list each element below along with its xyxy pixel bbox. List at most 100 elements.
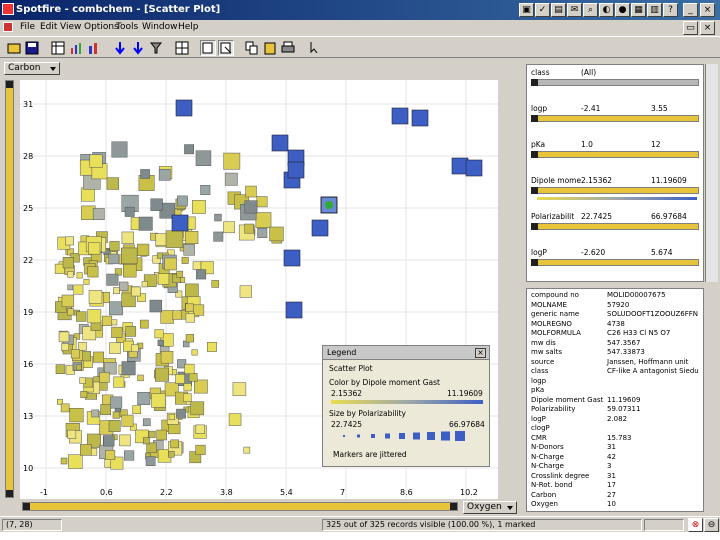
toolbar-icon-4[interactable]: ✉ [567, 3, 582, 17]
x-tick-label: 5.4 [280, 488, 293, 497]
slider-handle[interactable] [531, 259, 538, 266]
toolbar-icon-6[interactable]: ◐ [599, 3, 614, 17]
query-device[interactable]: logP -2.620 5.674 [527, 245, 703, 281]
menu-options[interactable]: Options [84, 22, 119, 32]
close-button[interactable]: × [700, 3, 715, 17]
globe-icon[interactable]: ● [615, 3, 630, 17]
toolbar-icon-8[interactable]: ▦ [631, 3, 646, 17]
legend-window[interactable]: Legend × Scatter Plot Color by Dipole mo… [322, 345, 490, 467]
query-device[interactable]: Polarizabilit 22.7425 66.97684 [527, 209, 703, 245]
query-range-slider[interactable] [531, 151, 699, 158]
x-axis-selector[interactable]: Oxygen [463, 501, 517, 514]
arrow-down-icon[interactable] [112, 40, 128, 56]
data-point-high [283, 249, 301, 267]
query-range-slider[interactable] [531, 223, 699, 230]
detail-key: N-Donors [531, 443, 564, 451]
data-point [112, 411, 120, 419]
data-point [89, 154, 103, 168]
query-device[interactable]: Dipole mome 2.15362 11.19609 [527, 173, 703, 209]
filter-icon[interactable] [148, 40, 164, 56]
table-icon[interactable] [50, 40, 66, 56]
toolbar-icon-2[interactable]: ✓ [535, 3, 550, 17]
data-point [168, 451, 175, 458]
minimize-button[interactable]: _ [683, 3, 698, 17]
query-device-min: -2.620 [581, 248, 606, 257]
bottom-strip [0, 532, 720, 540]
query-range-slider[interactable] [531, 115, 699, 122]
copy-icon[interactable] [244, 40, 260, 56]
x-tick-label: 0.6 [100, 488, 113, 497]
query-range-slider[interactable] [531, 259, 699, 266]
mark-icon[interactable] [218, 40, 234, 56]
menu-view[interactable]: View [60, 22, 81, 32]
slider-handle[interactable] [531, 115, 538, 122]
menu-window[interactable]: Window [142, 22, 178, 32]
y-slider-bottom-handle[interactable] [6, 490, 13, 497]
query-devices: class (All) logp -2.41 3.55 pKa 1.0 12 Dipole mo… [526, 64, 704, 282]
chart-icon[interactable] [68, 40, 84, 56]
stop-icon[interactable]: ⊗ [688, 518, 703, 532]
detail-value: MOLID00007675 [607, 291, 666, 299]
menu-edit[interactable]: Edit [40, 22, 57, 32]
toolbar-icon-9[interactable]: ▥ [647, 3, 662, 17]
data-point [92, 208, 105, 221]
close-child-button[interactable]: × [700, 21, 715, 35]
marked-point-indicator [325, 201, 333, 209]
menu-help[interactable]: Help [178, 22, 199, 32]
data-point [111, 141, 128, 158]
select-icon[interactable] [200, 40, 216, 56]
paste-icon[interactable] [262, 40, 278, 56]
data-point [146, 442, 157, 453]
menu-tools[interactable]: Tools [116, 22, 138, 32]
data-point [100, 404, 112, 415]
grid-icon[interactable] [174, 40, 190, 56]
data-point [80, 444, 92, 456]
toolbar-icon-1[interactable]: ▣ [519, 3, 534, 17]
slider-handle[interactable] [531, 223, 538, 230]
legend-color-max: 11.19609 [447, 389, 483, 398]
y-range-slider[interactable] [5, 80, 14, 498]
detail-row: Oxygen 10 [527, 500, 703, 509]
save-icon[interactable] [24, 40, 40, 56]
y-slider-top-handle[interactable] [6, 81, 13, 88]
data-point [213, 231, 224, 242]
restore-button[interactable]: ▭ [683, 21, 698, 35]
x-slider-right-handle[interactable] [450, 503, 457, 510]
query-device[interactable]: class (All) [527, 65, 703, 101]
zoom-out-icon[interactable]: ⊖ [704, 518, 719, 532]
open-icon[interactable] [6, 40, 22, 56]
query-range-slider[interactable] [531, 187, 699, 194]
slider-handle[interactable] [531, 187, 538, 194]
x-tick-label: 3.8 [220, 488, 233, 497]
data-point [137, 391, 151, 405]
detail-value: 547.3567 [607, 338, 641, 347]
detail-value: 31 [607, 443, 616, 451]
detail-key: CMR [531, 433, 547, 442]
query-scrollbar[interactable] [705, 64, 718, 282]
data-point [61, 294, 75, 308]
data-point [168, 413, 175, 421]
toolbar-icon-3[interactable]: ▤ [551, 3, 566, 17]
x-tick-label: 8.6 [400, 488, 413, 497]
x-range-slider[interactable] [22, 502, 458, 511]
pointer-icon[interactable] [306, 40, 322, 56]
menu-file[interactable]: File [20, 22, 35, 32]
data-point [195, 424, 205, 434]
print-icon[interactable] [280, 40, 296, 56]
slider-handle[interactable] [531, 79, 538, 86]
detail-value: 2.082 [607, 414, 628, 423]
help-icon[interactable]: ? [663, 3, 678, 17]
x-slider-left-handle[interactable] [23, 503, 30, 510]
data-point [93, 351, 104, 363]
slider-handle[interactable] [531, 151, 538, 158]
query-range-slider[interactable] [531, 79, 699, 86]
data-point [119, 434, 131, 447]
query-device[interactable]: logp -2.41 3.55 [527, 101, 703, 137]
arrow-down-2-icon[interactable] [130, 40, 146, 56]
legend-close-button[interactable]: × [475, 348, 486, 358]
zoom-icon[interactable]: ⌕ [583, 3, 598, 17]
query-device[interactable]: pKa 1.0 12 [527, 137, 703, 173]
data-point [191, 349, 198, 356]
bar-chart-icon[interactable] [86, 40, 102, 56]
y-axis-selector[interactable]: Carbon [4, 62, 60, 75]
